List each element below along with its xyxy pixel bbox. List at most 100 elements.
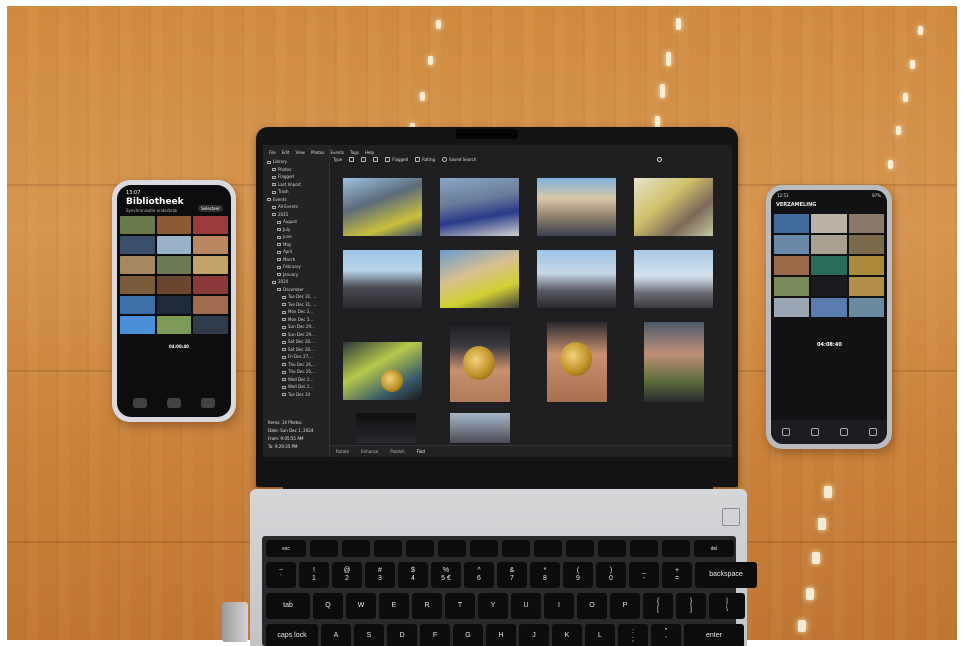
- key[interactable]: del: [694, 540, 734, 557]
- key[interactable]: L: [585, 624, 615, 646]
- photo-thumbnail[interactable]: [156, 236, 192, 254]
- search-nav-icon[interactable]: [839, 428, 848, 436]
- collections-tab-icon[interactable]: [167, 398, 181, 408]
- tree-item[interactable]: 2024: [267, 278, 317, 286]
- photo-thumbnail[interactable]: [848, 277, 884, 296]
- key[interactable]: T: [445, 593, 475, 619]
- tree-item[interactable]: January: [267, 271, 317, 279]
- photo-thumbnail[interactable]: [343, 250, 422, 308]
- menu-item-edit[interactable]: Edit: [282, 150, 290, 155]
- photo-thumbnail[interactable]: [774, 214, 810, 233]
- key[interactable]: + =: [662, 562, 692, 588]
- albums-nav-icon[interactable]: [810, 428, 819, 436]
- tree-item[interactable]: Wed Dec 2...: [267, 383, 317, 391]
- photo-thumbnail[interactable]: [343, 342, 422, 400]
- tree-item[interactable]: Events: [267, 196, 317, 204]
- key[interactable]: _ -: [629, 562, 659, 588]
- photo-thumbnail[interactable]: [811, 235, 847, 254]
- photo-thumbnail[interactable]: [634, 178, 713, 236]
- photo-thumbnail[interactable]: [848, 235, 884, 254]
- key[interactable]: D: [387, 624, 417, 646]
- key[interactable]: backspace: [695, 562, 757, 588]
- photo-thumbnail[interactable]: [193, 236, 228, 254]
- photo-thumbnail[interactable]: [156, 256, 192, 274]
- key[interactable]: E: [379, 593, 409, 619]
- menu-item-events[interactable]: Events: [330, 150, 344, 155]
- key[interactable]: [534, 540, 562, 557]
- tree-item[interactable]: Sat Dec 28,...: [267, 346, 317, 354]
- tree-item[interactable]: March: [267, 256, 317, 264]
- key[interactable]: O: [577, 593, 607, 619]
- photo-thumbnail[interactable]: [774, 256, 810, 275]
- key[interactable]: # 3: [365, 562, 395, 588]
- library-tab-icon[interactable]: [133, 398, 147, 408]
- rating-filter-button[interactable]: Rating: [415, 157, 435, 162]
- tree-item[interactable]: All Events: [267, 203, 317, 211]
- photo-thumbnail[interactable]: [440, 250, 519, 308]
- key[interactable]: Y: [478, 593, 508, 619]
- key[interactable]: tab: [266, 593, 310, 619]
- menu-item-photos[interactable]: Photos: [311, 150, 325, 155]
- photo-thumbnail[interactable]: [537, 178, 616, 236]
- tree-item[interactable]: Mon Dec 3...: [267, 308, 317, 316]
- tree-item[interactable]: Thu Dec 26,...: [267, 368, 317, 376]
- key[interactable]: % 5 €: [431, 562, 461, 588]
- key[interactable]: [406, 540, 434, 557]
- tree-item[interactable]: Sun Dec 29...: [267, 323, 317, 331]
- photo-thumbnail[interactable]: [811, 214, 847, 233]
- photo-thumbnail[interactable]: [356, 413, 416, 443]
- tree-item[interactable]: April: [267, 248, 317, 256]
- photo-thumbnail[interactable]: [120, 276, 155, 294]
- menu-item-view[interactable]: View: [295, 150, 305, 155]
- photo-thumbnail[interactable]: [644, 322, 704, 402]
- photo-thumbnail[interactable]: [440, 178, 519, 236]
- key[interactable]: ~ `: [266, 562, 296, 588]
- key[interactable]: ( 9: [563, 562, 593, 588]
- tree-item[interactable]: Photos: [267, 166, 317, 174]
- key[interactable]: ^ 6: [464, 562, 494, 588]
- flagged-filter-button[interactable]: Flagged: [385, 157, 408, 162]
- key[interactable]: } ]: [676, 593, 706, 619]
- key[interactable]: S: [354, 624, 384, 646]
- saved-search-button[interactable]: Saved Search: [442, 157, 476, 162]
- key[interactable]: R: [412, 593, 442, 619]
- tree-item[interactable]: Fri Dec 27,...: [267, 353, 317, 361]
- settings-nav-icon[interactable]: [868, 428, 877, 436]
- tree-item[interactable]: Tue Dec 24: [267, 391, 317, 399]
- key[interactable]: $ 4: [398, 562, 428, 588]
- key[interactable]: ) 0: [596, 562, 626, 588]
- photo-thumbnail[interactable]: [120, 296, 155, 314]
- photo-thumbnail[interactable]: [811, 277, 847, 296]
- tree-item[interactable]: Last Import: [267, 181, 317, 189]
- key[interactable]: I: [544, 593, 574, 619]
- photo-thumbnail[interactable]: [848, 214, 884, 233]
- key[interactable]: caps lock: [266, 624, 318, 646]
- key[interactable]: [566, 540, 594, 557]
- photo-thumbnail[interactable]: [811, 256, 847, 275]
- key[interactable]: [374, 540, 402, 557]
- photo-thumbnail[interactable]: [774, 235, 810, 254]
- video-type-icon[interactable]: [361, 157, 367, 162]
- photo-thumbnail[interactable]: [848, 298, 884, 317]
- tree-item[interactable]: Library: [267, 158, 317, 166]
- tree-item[interactable]: Thu Dec 26,...: [267, 361, 317, 369]
- key[interactable]: @ 2: [332, 562, 362, 588]
- tree-item[interactable]: May: [267, 241, 317, 249]
- photo-thumbnail[interactable]: [634, 250, 713, 308]
- type-filter-label[interactable]: Type: [333, 157, 342, 162]
- photo-thumbnail[interactable]: [547, 322, 607, 402]
- photo-type-icon[interactable]: [349, 157, 355, 162]
- tree-item[interactable]: Sun Dec 29...: [267, 331, 317, 339]
- tree-item[interactable]: Sat Dec 28,...: [267, 338, 317, 346]
- photo-thumbnail[interactable]: [120, 316, 155, 334]
- tree-item[interactable]: February: [267, 263, 317, 271]
- photo-thumbnail[interactable]: [774, 298, 810, 317]
- menu-item-help[interactable]: Help: [365, 150, 374, 155]
- photo-thumbnail[interactable]: [156, 316, 192, 334]
- tree-item[interactable]: Flagged: [267, 173, 317, 181]
- tree-item[interactable]: Tue Dec 31, ...: [267, 293, 317, 301]
- key[interactable]: esc: [266, 540, 306, 557]
- tree-item[interactable]: August: [267, 218, 317, 226]
- tree-item[interactable]: Tue Dec 31, ...: [267, 301, 317, 309]
- tree-item[interactable]: Mon Dec 3...: [267, 316, 317, 324]
